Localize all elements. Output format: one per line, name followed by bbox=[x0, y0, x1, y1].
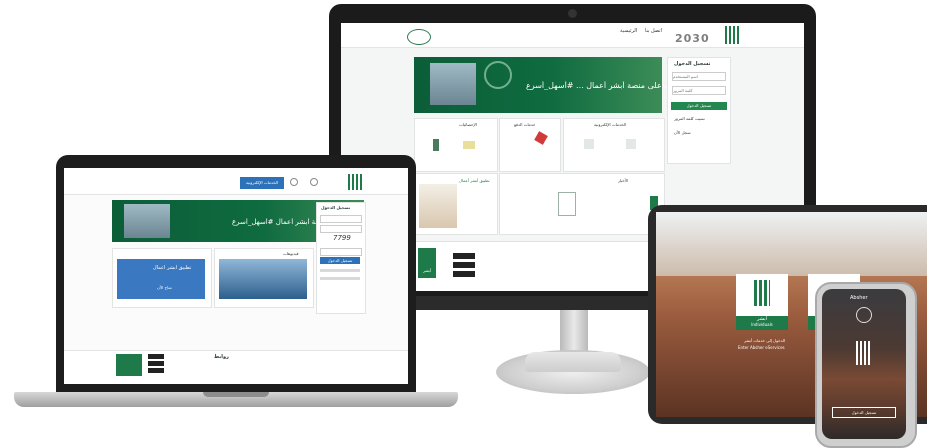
appstore-badge[interactable] bbox=[148, 354, 164, 359]
password-field[interactable] bbox=[320, 225, 362, 233]
footer-logo[interactable]: ﺃﺑﺸﺮ bbox=[418, 248, 436, 278]
login-title: ﺗﺴﺠﻴﻞ ﺍﻟﺪﺧﻮﻝ bbox=[674, 61, 711, 67]
password-field[interactable] bbox=[672, 86, 726, 95]
video-card[interactable]: ﻓﻴﺪﻳﻮﻫﺎﺕ bbox=[214, 248, 314, 308]
stats-card[interactable]: ﺍﻹﺣﺼﺎﺋﻴﺎﺕ bbox=[414, 118, 498, 172]
promo-title: ﺗﻄﺒﻴﻖ ﺃﺑﺸﺮ ﺃﻋﻤﺎﻝ bbox=[459, 178, 490, 183]
news-card[interactable]: ﺍﻷﺧﺒﺎﺭ bbox=[499, 173, 665, 235]
emblem-icon bbox=[856, 307, 872, 323]
person-icon bbox=[433, 139, 439, 151]
banner-text: ﺧﺪﻣﺎﺗﻚ ﻋﻠﻰ ﻣﻨﺼﺔ ﺃﺑﺸﺮ ﺃﻋﻤﺎﻝ ... #ﺃﺳﻬﻞ_ﺃﺳﺮ… bbox=[526, 81, 690, 90]
banner-ring bbox=[484, 61, 512, 89]
appstore-badge[interactable] bbox=[453, 253, 475, 259]
user-icon[interactable] bbox=[310, 178, 318, 186]
tablet-caption: Enter Absher eServices bbox=[738, 345, 785, 350]
header-link-home[interactable]: ﺍﻟﺮﺋﻴﺴﻴﺔ bbox=[620, 28, 637, 34]
tile-footer: ﺃﺑﺸﺮ Individuals bbox=[736, 316, 788, 330]
captcha-image: 7799 bbox=[333, 234, 351, 242]
username-field[interactable] bbox=[672, 72, 726, 81]
help-link[interactable] bbox=[320, 269, 360, 272]
vision-emblem-icon bbox=[407, 29, 431, 45]
login-panel: ﺗﺴﺠﻴﻞ ﺍﻟﺪﺧﻮﻝ 7799 ﺗﺴﺠﻴﻞ ﺍﻟﺪﺧﻮﻝ bbox=[316, 202, 366, 314]
footer-logo[interactable] bbox=[116, 354, 142, 376]
eservices-title: ﺍﻟﺨﺪﻣﺎﺕ ﺍﻹﻟﻜﺘﺮﻭﻧﻴﺔ bbox=[594, 122, 627, 127]
app-promo-image: ﺗﻄﺒﻴﻖ ﺃﺑﺸﺮ ﺃﻋﻤﺎﻝ ﻣﺘﺎﺡ ﺍﻵﻥ bbox=[117, 259, 205, 299]
stats-title: ﺍﻹﺣﺼﺎﺋﻴﺎﺕ bbox=[459, 122, 477, 127]
search-icon[interactable] bbox=[290, 178, 298, 186]
banner-photo bbox=[430, 63, 476, 105]
eservices-nav-button[interactable]: ﺍﻟﺨﺪﻣﺎﺕ ﺍﻹﻟﻜﺘﺮﻭﻧﻴﺔ bbox=[240, 177, 284, 189]
sky-background bbox=[656, 212, 927, 276]
monitor-stand-top bbox=[525, 352, 621, 372]
vision-2030-logo: 2030 bbox=[675, 32, 710, 45]
absher-logo[interactable] bbox=[348, 174, 362, 190]
footer-title: ﺭﻭﺍﺑﻂ bbox=[214, 354, 229, 360]
banner-photo bbox=[124, 204, 170, 238]
absher-app-tile[interactable]: ﺃﺑﺸﺮ Individuals bbox=[736, 274, 788, 330]
login-button[interactable]: ﺗﺴﺠﻴﻞ ﺍﻟﺪﺧﻮﻝ bbox=[671, 102, 727, 110]
appgallery-badge[interactable] bbox=[453, 271, 475, 277]
phone-login-button[interactable]: ﺗﺴﺠﻴﻞ ﺍﻟﺪﺧﻮﻝ bbox=[832, 407, 896, 418]
absher-logo[interactable] bbox=[725, 26, 739, 44]
payments-title: ﺧﺪﻣﺎﺕ ﺍﻟﺪﻓﻊ bbox=[514, 122, 536, 127]
document-icon bbox=[626, 139, 636, 149]
laptop-notch bbox=[203, 392, 269, 397]
login-panel: ﺗﺴﺠﻴﻞ ﺍﻟﺪﺧﻮﻝ ﺗﺴﺠﻴﻞ ﺍﻟﺪﺧﻮﻝ ﻧﺴﻴﺖ ﻛﻠﻤﺔ ﺍﻟﻤﺮ… bbox=[667, 57, 731, 164]
monitor-stand-neck bbox=[560, 310, 588, 352]
webcam-icon bbox=[568, 9, 577, 18]
absher-logo bbox=[856, 341, 870, 365]
news-thumb bbox=[558, 192, 576, 216]
videos-title: ﻓﻴﺪﻳﻮﻫﺎﺕ bbox=[283, 251, 299, 256]
phone-top-label: Absher bbox=[850, 295, 868, 301]
chart-icon bbox=[463, 141, 475, 149]
googleplay-badge[interactable] bbox=[148, 361, 164, 366]
news-title: ﺍﻷﺧﺒﺎﺭ bbox=[618, 178, 629, 183]
header-link-contact[interactable]: ﺍﺗﺼﻞ ﺑﻨﺎ bbox=[645, 28, 662, 34]
phone-screen: Absher ﺗﺴﺠﻴﻞ ﺍﻟﺪﺧﻮﻝ bbox=[822, 289, 906, 439]
tag-icon bbox=[534, 131, 548, 145]
promo-card[interactable]: ﺗﻄﺒﻴﻖ ﺃﺑﺸﺮ ﺃﻋﻤﺎﻝ bbox=[414, 173, 498, 235]
document-icon bbox=[584, 139, 594, 149]
register-link[interactable]: ﺳﺠﻞ ﺍﻵﻥ bbox=[674, 130, 691, 135]
payments-card[interactable]: ﺧﺪﻣﺎﺕ ﺍﻟﺪﻓﻊ bbox=[499, 118, 561, 172]
tablet-caption-ar: ﺍﻟﺪﺧﻮﻝ ﺇﻟﻰ ﺧﺪﻣﺎﺕ ﺃﺑﺸﺮ bbox=[744, 338, 786, 343]
forgot-link[interactable] bbox=[320, 277, 360, 280]
captcha-field[interactable] bbox=[320, 248, 362, 256]
video-thumbnail bbox=[219, 259, 307, 299]
eservices-card[interactable]: ﺍﻟﺨﺪﻣﺎﺕ ﺍﻹﻟﻜﺘﺮﻭﻧﻴﺔ bbox=[563, 118, 665, 172]
promo-photo bbox=[419, 184, 457, 228]
googleplay-badge[interactable] bbox=[453, 262, 475, 268]
username-field[interactable] bbox=[320, 215, 362, 223]
hero-banner[interactable]: ﺧﺪﻣﺎﺗﻚ ﻋﻠﻰ ﻣﻨﺼﺔ ﺃﺑﺸﺮ ﺃﻋﻤﺎﻝ ... #ﺃﺳﻬﻞ_ﺃﺳﺮ… bbox=[414, 57, 689, 113]
laptop-screen: ﺍﻟﺨﺪﻣﺎﺕ ﺍﻹﻟﻜﺘﺮﻭﻧﻴﺔ ﺧﺪﻣﺎﺗﻚ ﻋﻠﻰ ﻣﻨﺼﺔ ﺃﺑﺸﺮ … bbox=[64, 168, 408, 384]
login-title: ﺗﺴﺠﻴﻞ ﺍﻟﺪﺧﻮﻝ bbox=[321, 205, 351, 210]
app-promo-card[interactable]: ﺗﻄﺒﻴﻖ ﺃﺑﺸﺮ ﺃﻋﻤﺎﻝ ﻣﺘﺎﺡ ﺍﻵﻥ bbox=[112, 248, 212, 308]
absher-logo bbox=[754, 280, 770, 306]
forgot-password-link[interactable]: ﻧﺴﻴﺖ ﻛﻠﻤﺔ ﺍﻟﻤﺮﻭﺭ bbox=[674, 116, 705, 121]
login-button[interactable]: ﺗﺴﺠﻴﻞ ﺍﻟﺪﺧﻮﻝ bbox=[320, 257, 360, 264]
appgallery-badge[interactable] bbox=[148, 368, 164, 373]
